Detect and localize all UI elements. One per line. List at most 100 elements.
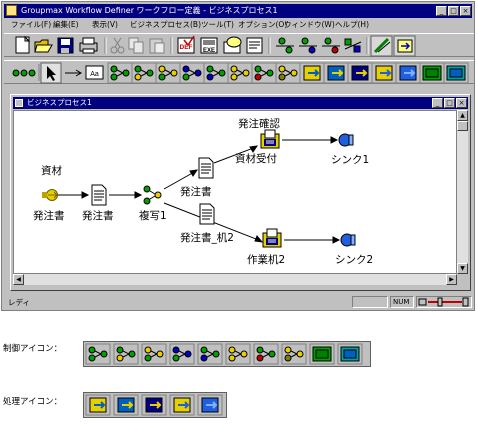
control-9-icon[interactable] (419, 62, 445, 84)
sequence-icon[interactable] (12, 69, 36, 77)
flow-sync-icon[interactable] (322, 37, 340, 54)
scroll-left-button[interactable]: ◀ (13, 274, 24, 285)
control-3-icon[interactable] (141, 343, 167, 365)
flow-down-icon[interactable] (299, 37, 317, 54)
control-5-icon[interactable] (197, 343, 223, 365)
copy-icon[interactable] (128, 37, 144, 54)
flow-branch-icon[interactable] (344, 38, 362, 53)
receive-node-icon[interactable] (260, 129, 280, 149)
process-1-icon[interactable] (85, 394, 111, 416)
vertical-scrollbar[interactable]: ▲ ▼ (457, 110, 468, 274)
process-2-icon[interactable] (113, 394, 139, 416)
control-icons-strip (83, 341, 371, 367)
control-4-icon[interactable] (169, 343, 195, 365)
select-arrow-icon[interactable] (40, 62, 62, 84)
control-4-icon[interactable] (179, 62, 205, 84)
control-5-icon[interactable] (203, 62, 229, 84)
import-icon[interactable] (393, 35, 416, 57)
scroll-down-button[interactable]: ▼ (457, 263, 468, 274)
control-8-icon[interactable] (275, 62, 301, 84)
app-title: Groupmax Workflow Definer ワークフロー定義 - ビジネ… (21, 6, 278, 15)
print-icon[interactable] (79, 37, 98, 54)
exe-icon[interactable]: EXE (200, 37, 218, 54)
label-icon[interactable]: Aa (85, 65, 104, 80)
control-1-icon[interactable] (85, 343, 111, 365)
sink-node-icon[interactable] (338, 133, 354, 147)
menu-help[interactable]: ヘルプ(H) (335, 20, 369, 30)
control-icons-label: 制御アイコン： (3, 344, 63, 354)
document-window: ビジネスプロセス1 _ □ × 資材 発注書 発注書 複写1 発注書 発注書_机… (10, 94, 471, 291)
def-check-icon[interactable]: DEF (177, 35, 195, 54)
maximize-button[interactable]: □ (448, 6, 459, 16)
open-folder-icon[interactable] (34, 39, 53, 53)
node-label-material-receive: 資材受付 (235, 153, 277, 165)
connect-arrow-icon[interactable] (65, 69, 82, 77)
message-icon[interactable] (223, 36, 242, 54)
process-1-icon[interactable] (299, 62, 325, 84)
document-node-icon[interactable] (91, 184, 107, 206)
node-label-order-source: 発注書 (33, 210, 65, 222)
drawing-toolbar-icons: Aa (12, 62, 469, 84)
pen-icon[interactable] (370, 35, 393, 57)
document-node-icon[interactable] (199, 203, 215, 225)
save-icon[interactable] (57, 37, 74, 54)
process-5-icon[interactable] (197, 394, 223, 416)
sink-node-icon[interactable] (340, 233, 356, 247)
menu-file[interactable]: ファイル(F) (11, 20, 51, 30)
menu-view[interactable]: 表示(V) (92, 20, 118, 30)
control-3-icon[interactable] (155, 62, 181, 84)
control-10-icon[interactable] (337, 343, 363, 365)
scroll-up-button[interactable]: ▲ (457, 110, 468, 121)
app-titlebar: Groupmax Workflow Definer ワークフロー定義 - ビジネ… (4, 4, 472, 18)
scroll-right-button[interactable]: ▶ (446, 274, 457, 285)
control-7-icon[interactable] (253, 343, 279, 365)
node-label-confirm: 発注確認 (238, 118, 280, 130)
control-7-icon[interactable] (251, 62, 277, 84)
control-2-icon[interactable] (131, 62, 157, 84)
paste-icon[interactable] (149, 38, 165, 54)
workflow-canvas[interactable]: 資材 発注書 発注書 複写1 発注書 発注書_机2 発注確認 資材受付 シンク1… (13, 110, 457, 274)
doc-close-button[interactable]: × (456, 98, 467, 108)
process-3-icon[interactable] (141, 394, 167, 416)
scroll-thumb-vertical[interactable] (457, 121, 468, 131)
control-6-icon[interactable] (225, 343, 251, 365)
cut-icon[interactable] (110, 37, 125, 54)
process-icons-strip (83, 392, 227, 418)
flow-up-icon[interactable] (276, 37, 294, 54)
process-4-icon[interactable] (169, 394, 195, 416)
control-2-icon[interactable] (113, 343, 139, 365)
doc-maximize-button[interactable]: □ (444, 98, 455, 108)
menu-bar: ファイル(F) 編集(E) 表示(V) ビジネスプロセス(B) ツール(T) オ… (4, 19, 474, 32)
menu-window[interactable]: ウィンドウ(W) (284, 20, 335, 30)
start-node-icon[interactable] (42, 189, 58, 201)
control-1-icon[interactable] (107, 62, 133, 84)
process-3-icon[interactable] (347, 62, 373, 84)
process-4-icon[interactable] (371, 62, 397, 84)
control-6-icon[interactable] (227, 62, 253, 84)
control-9-icon[interactable] (309, 343, 335, 365)
horizontal-scrollbar[interactable]: ◀ ▶ (13, 274, 457, 285)
control-10-icon[interactable] (443, 62, 469, 84)
exe-text: EXE (203, 48, 215, 54)
minimize-button[interactable]: _ (436, 6, 447, 16)
status-text: レディ (8, 298, 30, 307)
close-button[interactable]: × (460, 6, 471, 16)
menu-edit[interactable]: 編集(E) (53, 20, 79, 30)
copy-node-icon[interactable] (143, 185, 162, 205)
menu-business-process[interactable]: ビジネスプロセス(B) (130, 20, 201, 30)
new-file-icon[interactable] (15, 35, 31, 54)
status-num: NUM (390, 296, 414, 308)
process-2-icon[interactable] (323, 62, 349, 84)
menu-tools[interactable]: ツール(T) (201, 20, 234, 30)
property-icon[interactable] (246, 37, 263, 54)
doc-minimize-button[interactable]: _ (432, 98, 443, 108)
menu-options[interactable]: オプション(O) (238, 20, 287, 30)
desk-node-icon[interactable] (262, 228, 282, 248)
document-title: ビジネスプロセス1 (27, 98, 92, 107)
node-label-sink2: シンク2 (335, 254, 374, 266)
zoom-slider[interactable] (416, 296, 472, 308)
control-8-icon[interactable] (281, 343, 307, 365)
process-5-icon[interactable] (395, 62, 421, 84)
main-toolbar: DEF EXE (4, 33, 474, 57)
document-node-icon[interactable] (198, 157, 214, 179)
